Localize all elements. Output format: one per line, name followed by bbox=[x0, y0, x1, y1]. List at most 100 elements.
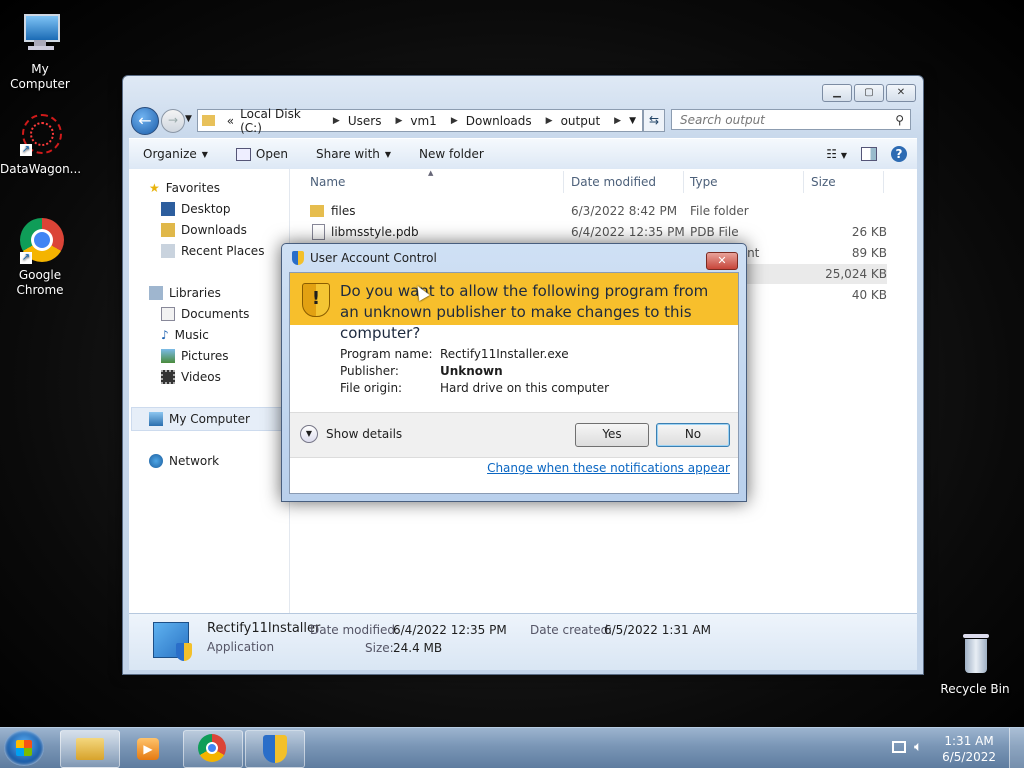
details-size-value: 24.4 MB bbox=[393, 641, 443, 655]
taskbar-uac-button[interactable] bbox=[245, 730, 305, 768]
file-name: files bbox=[331, 204, 356, 218]
show-desktop-button[interactable] bbox=[1009, 728, 1024, 768]
details-file-kind: Application bbox=[207, 640, 275, 654]
file-date: 6/4/2022 12:35 PM bbox=[571, 225, 685, 239]
close-button[interactable]: ✕ bbox=[886, 84, 916, 102]
publisher-label: Publisher: bbox=[340, 364, 399, 378]
nav-label: My Computer bbox=[169, 412, 250, 426]
nav-documents[interactable]: Documents bbox=[161, 305, 249, 323]
taskbar-explorer-button[interactable] bbox=[60, 730, 120, 768]
nav-videos[interactable]: Videos bbox=[161, 368, 221, 386]
search-input[interactable]: Search output ⚲ bbox=[671, 109, 911, 130]
breadcrumb-users[interactable]: Users bbox=[348, 114, 382, 128]
back-button[interactable]: ← bbox=[131, 107, 159, 135]
nav-pictures[interactable]: Pictures bbox=[161, 347, 229, 365]
windows-logo-icon bbox=[16, 740, 32, 756]
chevron-right-icon[interactable]: ▶ bbox=[451, 116, 458, 126]
refresh-button[interactable]: ⇆ bbox=[643, 109, 665, 132]
organize-button[interactable]: Organize ▼ bbox=[143, 147, 208, 161]
show-details-label: Show details bbox=[326, 427, 403, 441]
recent-places-icon bbox=[161, 244, 175, 258]
chrome-icon bbox=[198, 734, 226, 762]
nav-music[interactable]: ♪ Music bbox=[161, 326, 209, 344]
nav-desktop[interactable]: Desktop bbox=[161, 200, 231, 218]
taskbar: ▶ 🔈︎ 1:31 AM 6/5/2022 bbox=[0, 727, 1024, 768]
network-tray-icon[interactable] bbox=[892, 741, 906, 753]
uac-close-button[interactable]: ✕ bbox=[706, 252, 738, 270]
taskbar-media-player-button[interactable]: ▶ bbox=[122, 730, 180, 768]
nav-libraries[interactable]: Libraries bbox=[149, 284, 221, 302]
help-icon[interactable]: ? bbox=[891, 146, 907, 162]
uac-dialog: User Account Control ✕ ! Do you want to … bbox=[281, 243, 747, 502]
nav-network[interactable]: Network bbox=[149, 452, 219, 470]
desktop-icon-recycle-bin[interactable]: Recycle Bin bbox=[935, 630, 1015, 697]
notification-settings-link[interactable]: Change when these notifications appear bbox=[487, 461, 730, 475]
column-header-date-modified[interactable]: Date modified bbox=[571, 175, 656, 189]
nav-label: Documents bbox=[181, 307, 250, 321]
recent-pages-dropdown[interactable]: ▼ bbox=[185, 114, 192, 124]
taskbar-chrome-button[interactable] bbox=[183, 730, 243, 768]
nav-favorites[interactable]: ★ Favorites bbox=[149, 179, 220, 197]
volume-icon[interactable]: 🔈︎ bbox=[914, 739, 922, 755]
computer-icon bbox=[149, 412, 163, 426]
address-bar[interactable]: « Local Disk (C:) ▶ Users ▶ vm1 ▶ Downloads… bbox=[197, 107, 643, 135]
breadcrumb-downloads[interactable]: Downloads bbox=[466, 114, 532, 128]
column-header-name[interactable]: Name bbox=[310, 175, 345, 189]
chevron-right-icon[interactable]: ▶ bbox=[546, 116, 553, 126]
sort-ascending-icon: ▲ bbox=[428, 169, 434, 177]
new-folder-button[interactable]: New folder bbox=[419, 147, 484, 161]
breadcrumb-local-disk[interactable]: Local Disk (C:) bbox=[240, 107, 319, 135]
column-header-type[interactable]: Type bbox=[690, 175, 718, 189]
file-row[interactable]: files 6/3/2022 8:42 PM File folder bbox=[290, 201, 887, 221]
search-icon: ⚲ bbox=[895, 113, 904, 127]
details-modified-value: 6/4/2022 12:35 PM bbox=[393, 623, 507, 637]
open-icon bbox=[235, 147, 251, 161]
file-size: 26 KB bbox=[851, 225, 887, 239]
nav-label: Recent Places bbox=[181, 244, 265, 258]
organize-label: Organize bbox=[143, 147, 197, 161]
address-dropdown-icon[interactable]: ▼ bbox=[629, 116, 636, 126]
desktop-icon-label: Recycle Bin bbox=[940, 682, 1010, 696]
chevron-down-icon: ▼ bbox=[300, 425, 318, 443]
nav-downloads[interactable]: Downloads bbox=[161, 221, 247, 239]
shortcut-arrow-icon: ↗ bbox=[20, 144, 32, 156]
minimize-button[interactable]: ▁ bbox=[822, 84, 852, 102]
file-row[interactable]: libmsstyle.pdb 6/4/2022 12:35 PM PDB Fil… bbox=[290, 222, 887, 242]
chevron-right-icon[interactable]: ▶ bbox=[614, 116, 621, 126]
dropdown-arrow-icon: ▼ bbox=[201, 149, 208, 159]
nav-label: Music bbox=[174, 328, 209, 342]
folder-icon bbox=[310, 205, 324, 217]
uac-title: User Account Control bbox=[310, 251, 437, 265]
start-button[interactable] bbox=[4, 730, 44, 766]
file-size: 25,024 KB bbox=[825, 267, 887, 281]
system-clock[interactable]: 1:31 AM 6/5/2022 bbox=[942, 733, 996, 765]
nav-my-computer[interactable]: My Computer bbox=[149, 410, 250, 428]
desktop-icon bbox=[161, 202, 175, 216]
share-with-button[interactable]: Share with ▼ bbox=[316, 147, 391, 161]
maximize-button[interactable]: ▢ bbox=[854, 84, 884, 102]
breadcrumb-output[interactable]: output bbox=[561, 114, 601, 128]
details-created-value: 6/5/2022 1:31 AM bbox=[604, 623, 712, 637]
show-details-toggle[interactable]: ▼ Show details bbox=[300, 425, 402, 443]
nav-label: Videos bbox=[181, 370, 221, 384]
desktop-icon-my-computer[interactable]: My Computer bbox=[0, 10, 80, 92]
desktop-icon-google-chrome[interactable]: ↗ Google Chrome bbox=[0, 216, 80, 298]
desktop-icon-label: DataWagon... bbox=[0, 162, 82, 176]
pictures-icon bbox=[161, 349, 175, 363]
forward-button[interactable]: → bbox=[161, 109, 185, 133]
breadcrumb-vm1[interactable]: vm1 bbox=[410, 114, 436, 128]
nav-label: Desktop bbox=[181, 202, 231, 216]
uac-question: Do you want to allow the following progr… bbox=[340, 282, 709, 342]
yes-button[interactable]: Yes bbox=[575, 423, 649, 447]
no-button[interactable]: No bbox=[656, 423, 730, 447]
change-view-icon[interactable]: ☷ ▼ bbox=[826, 147, 847, 161]
nav-recent-places[interactable]: Recent Places bbox=[161, 242, 264, 260]
column-header-size[interactable]: Size bbox=[811, 175, 836, 189]
desktop-icon-datawagon[interactable]: ↗ DataWagon... bbox=[0, 110, 82, 177]
chevron-right-icon[interactable]: ▶ bbox=[395, 116, 402, 126]
uac-warning-banner: ! Do you want to allow the following pro… bbox=[290, 273, 738, 342]
open-button[interactable]: Open bbox=[235, 147, 288, 161]
address-prefix[interactable]: « bbox=[227, 114, 234, 128]
chevron-right-icon[interactable]: ▶ bbox=[333, 116, 340, 126]
preview-pane-icon[interactable] bbox=[861, 147, 877, 161]
